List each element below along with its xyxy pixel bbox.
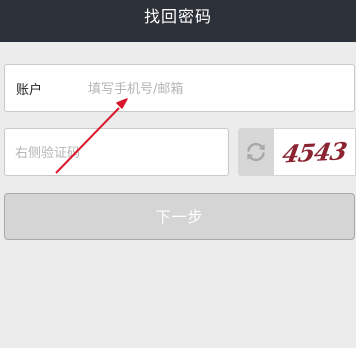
page-header: 找回密码 (0, 0, 356, 42)
account-field[interactable]: 账户 (4, 64, 355, 112)
account-input[interactable] (88, 77, 338, 101)
refresh-icon (247, 142, 265, 162)
captcha-field[interactable] (4, 128, 229, 176)
next-step-button[interactable]: 下一步 (4, 193, 355, 240)
captcha-input[interactable] (15, 141, 220, 165)
captcha-code: 4543 (280, 135, 349, 169)
captcha-image[interactable]: 4543 (274, 128, 356, 176)
page-title: 找回密码 (143, 7, 212, 26)
refresh-captcha-button[interactable] (238, 128, 274, 176)
account-label: 账户 (16, 82, 43, 98)
